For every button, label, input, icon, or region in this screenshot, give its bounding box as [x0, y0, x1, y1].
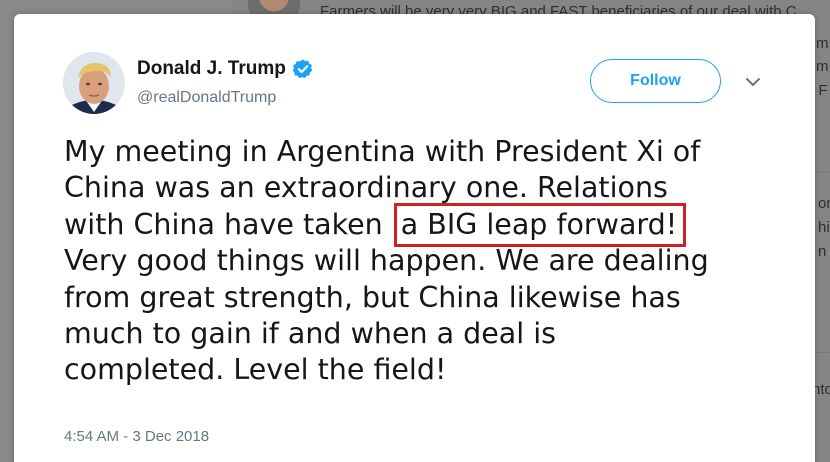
tweet-text: My meeting in Argentina with President X… — [64, 134, 804, 389]
tweet-text-line: Very good things will happen. We are dea… — [64, 244, 709, 278]
background-text-fragment: m — [816, 35, 829, 52]
verified-badge-icon — [292, 59, 313, 79]
chevron-down-icon[interactable] — [745, 76, 761, 88]
author-handle[interactable]: @realDonaldTrump — [137, 89, 276, 107]
tweet-timestamp[interactable]: 4:54 AM - 3 Dec 2018 — [64, 428, 209, 445]
tweet-text-segment: with China have taken — [64, 207, 392, 241]
highlighted-phrase: a BIG leap forward! — [393, 202, 687, 247]
tweet-card: Donald J. Trump @realDonaldTrump Follow … — [14, 14, 815, 462]
background-text-fragment: m — [816, 58, 829, 75]
author-name-text: Donald J. Trump — [137, 58, 286, 79]
tweet-text-line: much to gain if and when a deal is — [64, 316, 556, 350]
tweet-text-line: completed. Level the field! — [64, 353, 447, 387]
follow-button[interactable]: Follow — [590, 59, 721, 103]
tweet-text-line: from great strength, but China likewise … — [64, 280, 681, 314]
background-text-fragment: n t — [818, 243, 830, 260]
author-avatar[interactable] — [63, 52, 125, 114]
tweet-text-line: My meeting in Argentina with President X… — [64, 135, 701, 168]
author-display-name[interactable]: Donald J. Trump — [137, 58, 314, 80]
background-text-fragment: hi — [818, 219, 830, 236]
avatar-portrait-icon — [63, 52, 125, 114]
tweet-text-line: China was an extraordinary one. Relation… — [64, 171, 668, 205]
tweet-text-line: with China have taken a BIG leap forward… — [64, 202, 804, 247]
background-text-fragment: or — [818, 195, 830, 212]
